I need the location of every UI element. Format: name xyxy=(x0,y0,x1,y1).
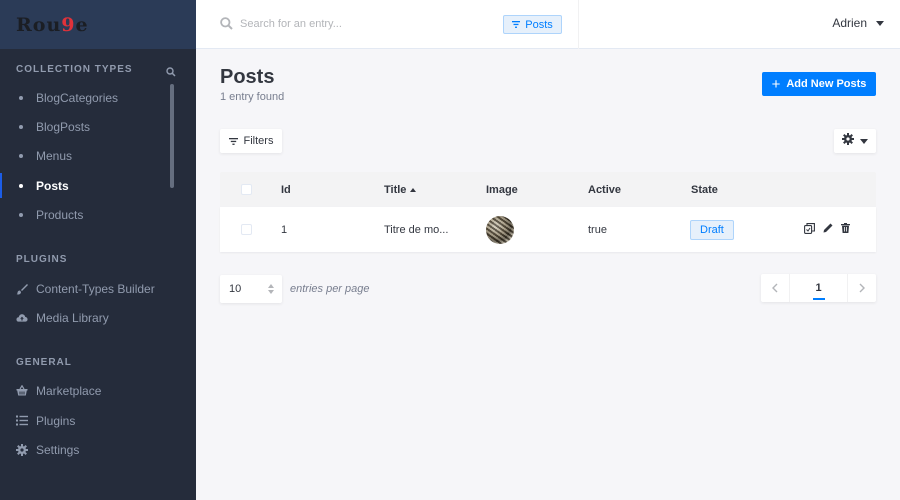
sidebar-item-label: BlogPosts xyxy=(36,119,91,134)
page-title: Posts xyxy=(220,66,275,88)
search-filter-tag-label: Posts xyxy=(525,18,553,31)
shopping-basket-icon xyxy=(16,385,28,397)
chevron-left-icon xyxy=(772,283,778,293)
sidebar-item-label: Plugins xyxy=(36,413,76,428)
caret-down-icon xyxy=(860,138,868,144)
sidebar-item-blogposts[interactable]: BlogPosts xyxy=(0,112,196,141)
entry-count: 1 entry found xyxy=(220,91,285,103)
bullet-icon xyxy=(19,183,23,188)
add-new-posts-label: Add New Posts xyxy=(786,78,867,90)
add-new-posts-button[interactable]: + Add New Posts xyxy=(762,72,876,96)
cell-active: true xyxy=(588,223,607,236)
plus-icon: + xyxy=(771,75,781,93)
trash-icon[interactable] xyxy=(841,223,850,236)
section-title-general: General xyxy=(16,357,72,368)
bullet-icon xyxy=(19,95,23,100)
cell-id: 1 xyxy=(281,223,288,236)
caret-down-icon xyxy=(876,20,884,26)
sidebar-item-content-types-builder[interactable]: Content-Types Builder xyxy=(0,274,196,303)
column-header-id[interactable]: Id xyxy=(281,172,291,207)
bullet-icon xyxy=(19,153,23,158)
search-filter-tag[interactable]: Posts xyxy=(503,15,562,34)
sidebar-item-blogcategories[interactable]: BlogCategories xyxy=(0,83,196,112)
entries-per-page-label: entries per page xyxy=(290,283,370,295)
cell-image xyxy=(486,207,514,252)
sidebar-item-label: Settings xyxy=(36,442,80,457)
edit-pencil-icon[interactable] xyxy=(823,223,833,236)
column-header-active[interactable]: Active xyxy=(588,172,621,207)
column-header-image[interactable]: Image xyxy=(486,172,518,207)
search-icon xyxy=(220,17,233,35)
brand-header[interactable]: Rou9e xyxy=(0,0,196,49)
gear-icon xyxy=(842,132,854,150)
sidebar-item-products[interactable]: Products xyxy=(0,200,196,229)
section-title-plugins: Plugins xyxy=(16,254,68,265)
sidebar-item-label: Products xyxy=(36,207,84,222)
section-title-collection-types: Collection Types xyxy=(16,64,133,75)
bullet-icon xyxy=(19,212,23,217)
filter-icon xyxy=(228,137,238,145)
bullet-icon xyxy=(19,124,23,129)
row-checkbox[interactable] xyxy=(241,224,252,235)
sidebar-item-posts[interactable]: Posts xyxy=(0,171,196,200)
cloud-upload-icon xyxy=(16,312,28,324)
previous-page-button[interactable] xyxy=(761,274,790,302)
column-header-label: Title xyxy=(384,183,407,196)
column-header-state[interactable]: State xyxy=(691,172,718,207)
select-all-cell xyxy=(241,172,252,207)
sidebar-item-label: Menus xyxy=(36,148,73,163)
column-header-title[interactable]: Title xyxy=(384,172,417,207)
user-menu[interactable]: Adrien xyxy=(832,16,884,30)
row-select-cell xyxy=(241,207,252,252)
paintbrush-icon xyxy=(16,283,28,295)
filters-button[interactable]: Filters xyxy=(220,129,282,153)
brand-logo: Rou9e xyxy=(16,13,89,36)
sidebar-item-label: BlogCategories xyxy=(36,90,119,105)
next-page-button[interactable] xyxy=(847,274,876,302)
select-all-checkbox[interactable] xyxy=(241,184,252,195)
row-actions xyxy=(804,207,850,252)
sidebar-item-media-library[interactable]: Media Library xyxy=(0,303,196,332)
sidebar-item-label: Posts xyxy=(36,178,69,193)
sidebar-item-label: Content-Types Builder xyxy=(36,281,155,296)
list-settings-button[interactable] xyxy=(834,129,876,153)
user-name: Adrien xyxy=(832,16,867,30)
sidebar-item-marketplace[interactable]: Marketplace xyxy=(0,376,196,405)
cell-state: Draft xyxy=(690,207,734,252)
per-page-stepper-icon xyxy=(268,284,274,294)
sidebar-item-settings[interactable]: Settings xyxy=(0,435,196,464)
entries-table: Id Title Image Active State 1 Titre de m… xyxy=(220,172,876,252)
status-badge: Draft xyxy=(690,219,734,240)
duplicate-icon[interactable] xyxy=(804,222,815,237)
gear-icon xyxy=(16,443,28,456)
page-number-current[interactable]: 1 xyxy=(790,274,847,302)
header-divider xyxy=(578,0,579,49)
sidebar-item-plugins[interactable]: Plugins xyxy=(0,406,196,435)
cell-title: Titre de mo... xyxy=(384,223,449,236)
per-page-value: 10 xyxy=(229,283,242,295)
image-thumbnail xyxy=(486,215,514,244)
sort-ascending-icon xyxy=(410,187,417,192)
sidebar-item-label: Media Library xyxy=(36,310,109,325)
search-icon[interactable] xyxy=(166,64,176,77)
top-header: Posts Adrien xyxy=(196,0,900,49)
search-input[interactable] xyxy=(240,14,480,34)
table-row[interactable]: 1 Titre de mo... true Draft xyxy=(220,207,876,252)
sidebar: Rou9e Collection Types BlogCategories Bl… xyxy=(0,0,196,500)
pagination: 1 xyxy=(761,274,876,302)
filters-label: Filters xyxy=(243,135,274,147)
filter-icon xyxy=(512,21,521,28)
list-icon xyxy=(16,415,28,427)
sidebar-item-label: Marketplace xyxy=(36,383,102,398)
sidebar-item-menus[interactable]: Menus xyxy=(0,141,196,170)
chevron-right-icon xyxy=(859,283,865,293)
table-header: Id Title Image Active State xyxy=(220,172,876,207)
